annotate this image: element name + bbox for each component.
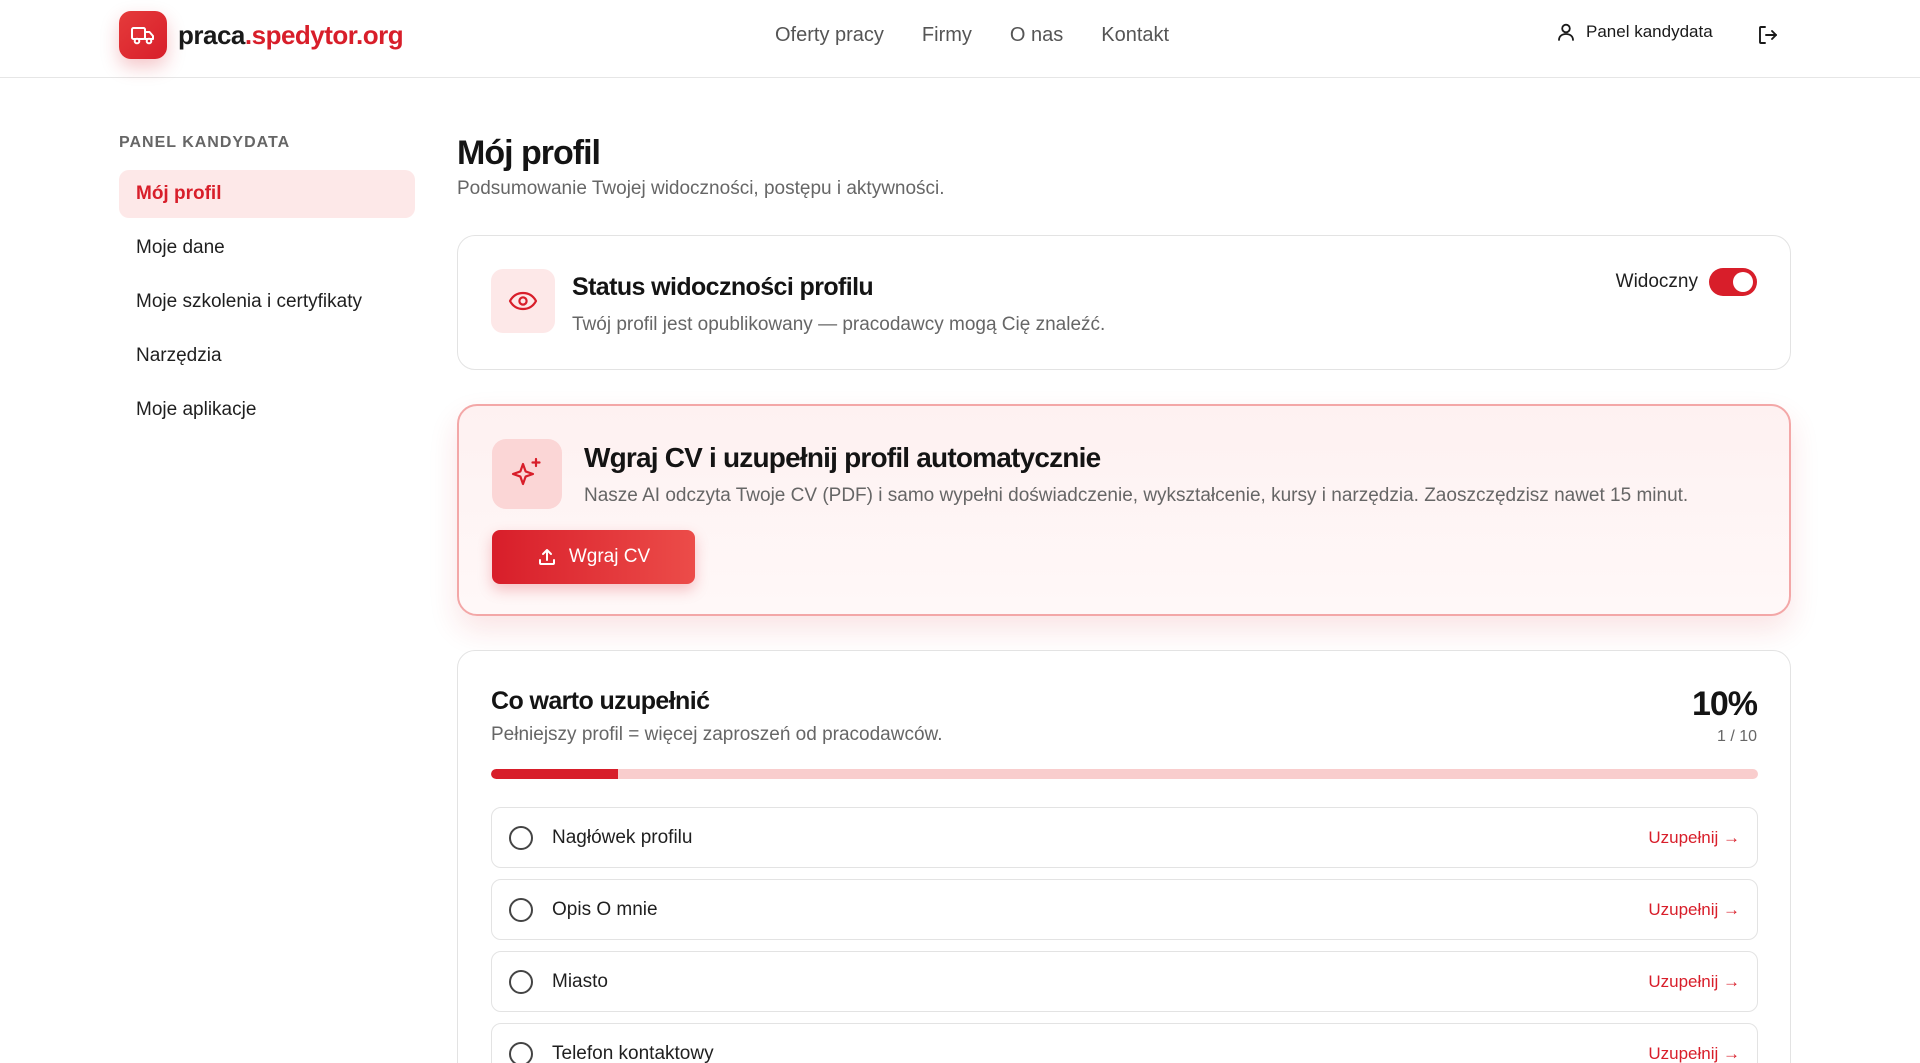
complete-link[interactable]: Uzupełnij → xyxy=(1648,1044,1740,1063)
sidebar-item-my-data[interactable]: Moje dane xyxy=(119,224,415,272)
cv-upload-description: Nasze AI odczyta Twoje CV (PDF) i samo w… xyxy=(584,485,1689,506)
user-icon xyxy=(1558,23,1574,41)
cv-upload-card: Wgraj CV i uzupełnij profil automatyczni… xyxy=(457,404,1791,616)
sidebar-item-applications[interactable]: Moje aplikacje xyxy=(119,386,415,434)
main-nav: Oferty pracy Firmy O nas Kontakt xyxy=(775,22,1207,48)
completion-progress-fill xyxy=(491,769,618,779)
sidebar-item-trainings[interactable]: Moje szkolenia i certyfikaty xyxy=(119,278,415,326)
upload-cv-button[interactable]: Wgraj CV xyxy=(492,530,695,584)
completion-percent: 10% xyxy=(1691,685,1758,723)
visibility-title: Status widoczności profilu xyxy=(572,273,874,301)
cv-upload-title: Wgraj CV i uzupełnij profil automatyczni… xyxy=(584,442,1101,473)
upload-icon xyxy=(538,549,555,565)
checklist-item-label: Miasto xyxy=(552,971,608,992)
checklist-item-label: Opis O mnie xyxy=(552,899,658,920)
nav-link-about[interactable]: O nas xyxy=(1010,22,1063,48)
visibility-toggle[interactable] xyxy=(1709,268,1757,296)
sidebar: Mój profil Moje dane Moje szkolenia i ce… xyxy=(119,170,415,440)
site-logo[interactable]: praca.spedytor.org xyxy=(119,11,404,59)
visibility-status-card: Status widoczności profilu Twój profil j… xyxy=(457,235,1791,370)
unchecked-circle-icon xyxy=(509,826,533,850)
page-title: Mój profil xyxy=(457,134,601,172)
nav-link-contact[interactable]: Kontakt xyxy=(1101,22,1169,48)
visibility-toggle-label: Widoczny xyxy=(1615,271,1698,292)
unchecked-circle-icon xyxy=(509,898,533,922)
complete-link[interactable]: Uzupełnij → xyxy=(1648,828,1740,848)
unchecked-circle-icon xyxy=(509,1042,533,1063)
complete-link[interactable]: Uzupełnij → xyxy=(1648,900,1740,920)
checklist-item-phone[interactable]: Telefon kontaktowy Uzupełnij → xyxy=(491,1023,1758,1063)
visibility-description: Twój profil jest opublikowany — pracodaw… xyxy=(572,314,1106,335)
completion-progress-bar xyxy=(491,769,1758,779)
eye-icon xyxy=(491,269,555,333)
profile-completion-card: Co warto uzupełnić Pełniejszy profil = w… xyxy=(457,650,1791,1063)
truck-icon xyxy=(119,11,167,59)
checklist-item-city[interactable]: Miasto Uzupełnij → xyxy=(491,951,1758,1012)
sidebar-item-my-profile[interactable]: Mój profil xyxy=(119,170,415,218)
sparkles-icon xyxy=(492,439,562,509)
unchecked-circle-icon xyxy=(509,970,533,994)
sidebar-item-tools[interactable]: Narzędzia xyxy=(119,332,415,380)
nav-link-companies[interactable]: Firmy xyxy=(922,22,972,48)
upload-cv-label: Wgraj CV xyxy=(568,546,651,567)
page-subtitle: Podsumowanie Twojej widoczności, postępu… xyxy=(457,178,945,199)
logout-icon[interactable] xyxy=(1756,23,1780,47)
completion-title: Co warto uzupełnić xyxy=(491,687,710,715)
completion-subtitle: Pełniejszy profil = więcej zaproszeń od … xyxy=(491,724,943,745)
candidate-panel-link[interactable]: Panel kandydata xyxy=(1556,22,1713,42)
nav-link-jobs[interactable]: Oferty pracy xyxy=(775,22,884,48)
top-navigation-bar: praca.spedytor.org Oferty pracy Firmy O … xyxy=(0,0,1920,78)
checklist-item-headline[interactable]: Nagłówek profilu Uzupełnij → xyxy=(491,807,1758,868)
completion-count: 1 / 10 xyxy=(1716,728,1757,745)
checklist-item-about[interactable]: Opis O mnie Uzupełnij → xyxy=(491,879,1758,940)
candidate-panel-label: Panel kandydata xyxy=(1586,22,1713,41)
completion-checklist: Nagłówek profilu Uzupełnij → Opis O mnie… xyxy=(491,807,1758,1063)
checklist-item-label: Telefon kontaktowy xyxy=(552,1043,714,1063)
checklist-item-label: Nagłówek profilu xyxy=(552,827,693,848)
brand-name: praca.spedytor.org xyxy=(178,19,404,50)
complete-link[interactable]: Uzupełnij → xyxy=(1648,972,1740,992)
sidebar-heading: PANEL KANDYDATA xyxy=(119,134,291,151)
